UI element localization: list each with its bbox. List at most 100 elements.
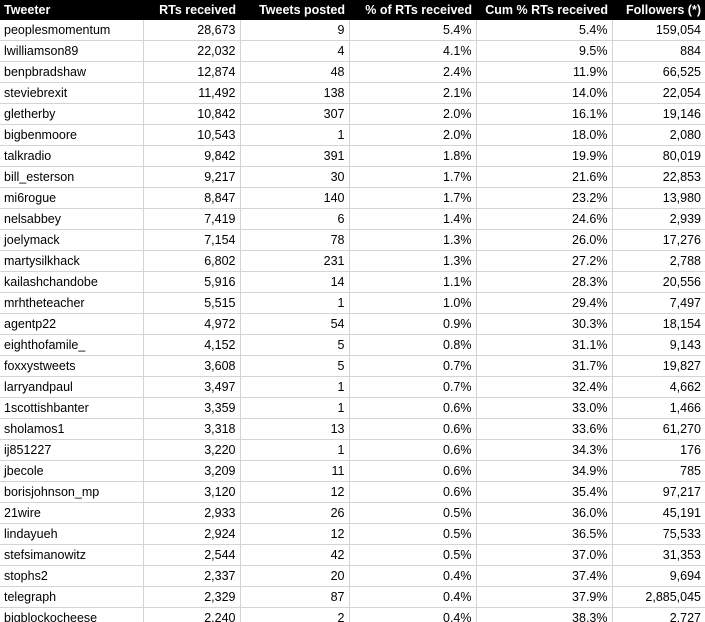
cell-pct[interactable]: 2.4% (349, 61, 477, 83)
cell-pct[interactable]: 0.6% (349, 418, 477, 440)
cell-tweets[interactable]: 138 (240, 82, 350, 104)
cell-pct[interactable]: 0.5% (349, 523, 477, 545)
cell-followers[interactable]: 61,270 (612, 418, 705, 440)
column-header-pct[interactable]: % of RTs received (349, 0, 476, 20)
cell-tweets[interactable]: 307 (240, 103, 350, 125)
cell-pct[interactable]: 1.7% (349, 166, 477, 188)
cell-rts[interactable]: 9,842 (143, 145, 241, 167)
cell-tweeter[interactable]: bigbenmoore (0, 124, 144, 146)
cell-cum[interactable]: 33.6% (476, 418, 613, 440)
cell-tweets[interactable]: 11 (240, 460, 350, 482)
table-row[interactable]: gletherby 10,842 307 2.0% 16.1% 19,146 (0, 103, 705, 125)
cell-followers[interactable]: 13,980 (612, 187, 705, 209)
cell-tweeter[interactable]: joelymack (0, 229, 144, 251)
table-row[interactable]: mi6rogue 8,847 140 1.7% 23.2% 13,980 (0, 187, 705, 209)
cell-followers[interactable]: 45,191 (612, 502, 705, 524)
cell-tweeter[interactable]: mrhtheteacher (0, 292, 144, 314)
table-row[interactable]: telegraph 2,329 87 0.4% 37.9% 2,885,045 (0, 586, 705, 608)
cell-followers[interactable]: 176 (612, 439, 705, 461)
cell-pct[interactable]: 0.9% (349, 313, 477, 335)
cell-pct[interactable]: 2.0% (349, 103, 477, 125)
cell-tweets[interactable]: 14 (240, 271, 350, 293)
cell-tweets[interactable]: 13 (240, 418, 350, 440)
cell-rts[interactable]: 9,217 (143, 166, 241, 188)
cell-rts[interactable]: 3,497 (143, 376, 241, 398)
cell-cum[interactable]: 5.4% (476, 20, 613, 41)
cell-followers[interactable]: 18,154 (612, 313, 705, 335)
cell-cum[interactable]: 38.3% (476, 607, 613, 622)
cell-tweets[interactable]: 4 (240, 40, 350, 62)
cell-tweeter[interactable]: lwilliamson89 (0, 40, 144, 62)
cell-tweeter[interactable]: martysilkhack (0, 250, 144, 272)
cell-pct[interactable]: 1.3% (349, 250, 477, 272)
cell-rts[interactable]: 4,972 (143, 313, 241, 335)
cell-rts[interactable]: 5,515 (143, 292, 241, 314)
cell-followers[interactable]: 2,885,045 (612, 586, 705, 608)
cell-followers[interactable]: 884 (612, 40, 705, 62)
cell-tweets[interactable]: 140 (240, 187, 350, 209)
table-row[interactable]: joelymack 7,154 78 1.3% 26.0% 17,276 (0, 229, 705, 251)
cell-tweeter[interactable]: stefsimanowitz (0, 544, 144, 566)
cell-pct[interactable]: 0.7% (349, 355, 477, 377)
cell-cum[interactable]: 18.0% (476, 124, 613, 146)
cell-followers[interactable]: 20,556 (612, 271, 705, 293)
cell-tweeter[interactable]: telegraph (0, 586, 144, 608)
cell-tweets[interactable]: 1 (240, 397, 350, 419)
cell-tweeter[interactable]: ij851227 (0, 439, 144, 461)
table-row[interactable]: 1scottishbanter 3,359 1 0.6% 33.0% 1,466 (0, 397, 705, 419)
cell-rts[interactable]: 28,673 (143, 20, 241, 41)
cell-cum[interactable]: 33.0% (476, 397, 613, 419)
cell-tweets[interactable]: 78 (240, 229, 350, 251)
cell-pct[interactable]: 0.4% (349, 607, 477, 622)
table-row[interactable]: bigblockocheese 2,240 2 0.4% 38.3% 2,727 (0, 607, 705, 622)
cell-tweets[interactable]: 1 (240, 439, 350, 461)
cell-pct[interactable]: 2.1% (349, 82, 477, 104)
cell-followers[interactable]: 2,727 (612, 607, 705, 622)
cell-tweets[interactable]: 391 (240, 145, 350, 167)
table-row[interactable]: ij851227 3,220 1 0.6% 34.3% 176 (0, 439, 705, 461)
cell-pct[interactable]: 1.1% (349, 271, 477, 293)
cell-pct[interactable]: 0.6% (349, 460, 477, 482)
cell-followers[interactable]: 9,143 (612, 334, 705, 356)
table-row[interactable]: bigbenmoore 10,543 1 2.0% 18.0% 2,080 (0, 124, 705, 146)
cell-cum[interactable]: 24.6% (476, 208, 613, 230)
cell-rts[interactable]: 3,608 (143, 355, 241, 377)
cell-rts[interactable]: 8,847 (143, 187, 241, 209)
cell-tweeter[interactable]: larryandpaul (0, 376, 144, 398)
cell-rts[interactable]: 7,419 (143, 208, 241, 230)
cell-rts[interactable]: 10,842 (143, 103, 241, 125)
cell-followers[interactable]: 31,353 (612, 544, 705, 566)
cell-followers[interactable]: 17,276 (612, 229, 705, 251)
cell-rts[interactable]: 3,120 (143, 481, 241, 503)
cell-rts[interactable]: 2,337 (143, 565, 241, 587)
cell-rts[interactable]: 3,359 (143, 397, 241, 419)
cell-tweets[interactable]: 26 (240, 502, 350, 524)
table-row[interactable]: jbecole 3,209 11 0.6% 34.9% 785 (0, 460, 705, 482)
cell-cum[interactable]: 36.5% (476, 523, 613, 545)
cell-pct[interactable]: 0.6% (349, 481, 477, 503)
cell-cum[interactable]: 14.0% (476, 82, 613, 104)
table-row[interactable]: kailashchandobe 5,916 14 1.1% 28.3% 20,556 (0, 271, 705, 293)
cell-tweeter[interactable]: sholamos1 (0, 418, 144, 440)
cell-tweets[interactable]: 9 (240, 20, 350, 41)
cell-tweeter[interactable]: stophs2 (0, 565, 144, 587)
cell-followers[interactable]: 9,694 (612, 565, 705, 587)
cell-cum[interactable]: 34.3% (476, 439, 613, 461)
cell-followers[interactable]: 19,827 (612, 355, 705, 377)
table-row[interactable]: mrhtheteacher 5,515 1 1.0% 29.4% 7,497 (0, 292, 705, 314)
cell-tweeter[interactable]: kailashchandobe (0, 271, 144, 293)
table-row[interactable]: martysilkhack 6,802 231 1.3% 27.2% 2,788 (0, 250, 705, 272)
table-row[interactable]: lwilliamson89 22,032 4 4.1% 9.5% 884 (0, 40, 705, 62)
cell-tweeter[interactable]: peoplesmomentum (0, 20, 144, 41)
table-row[interactable]: benpbradshaw 12,874 48 2.4% 11.9% 66,525 (0, 61, 705, 83)
cell-cum[interactable]: 35.4% (476, 481, 613, 503)
cell-tweets[interactable]: 48 (240, 61, 350, 83)
cell-followers[interactable]: 19,146 (612, 103, 705, 125)
cell-tweeter[interactable]: bill_esterson (0, 166, 144, 188)
cell-cum[interactable]: 30.3% (476, 313, 613, 335)
cell-tweets[interactable]: 1 (240, 292, 350, 314)
cell-pct[interactable]: 0.8% (349, 334, 477, 356)
table-row[interactable]: peoplesmomentum 28,673 9 5.4% 5.4% 159,054 (0, 20, 705, 41)
cell-followers[interactable]: 785 (612, 460, 705, 482)
table-row[interactable]: eighthofamile_ 4,152 5 0.8% 31.1% 9,143 (0, 334, 705, 356)
